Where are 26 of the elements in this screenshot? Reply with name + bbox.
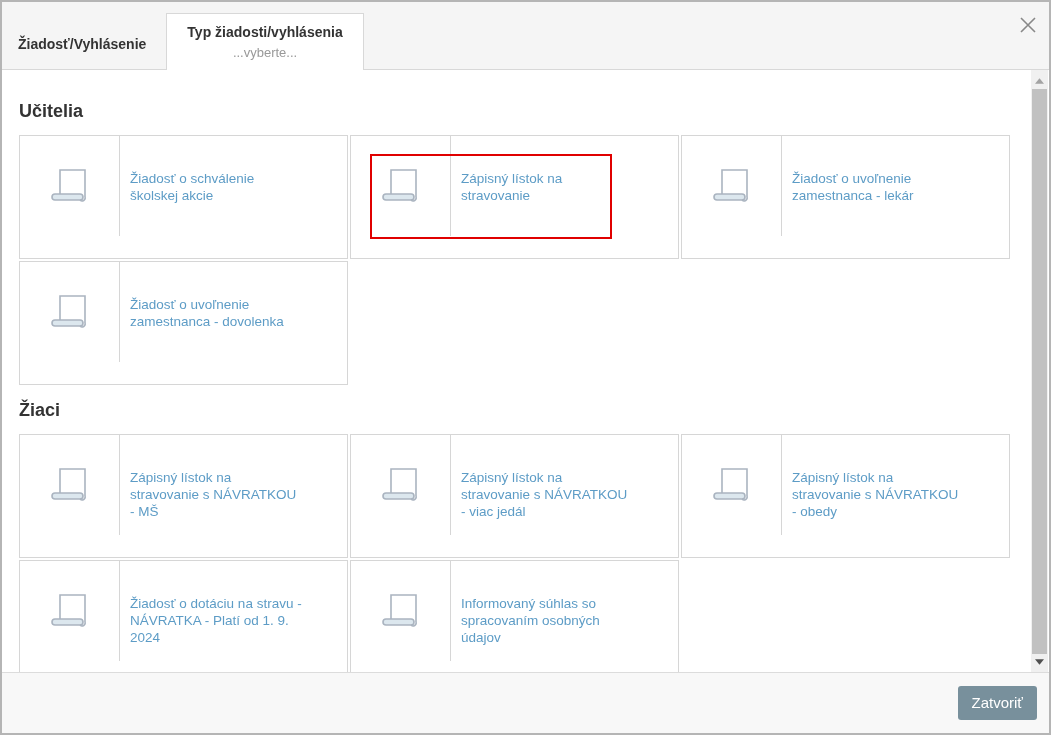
form-title[interactable]: Zápisný lístok na stravovanie s NÁVRATKOU - MŠ (130, 435, 303, 520)
form-title[interactable]: Zápisný lístok na stravovanie s NÁVRATKOU - obedy (792, 435, 965, 520)
section-heading: Žiaci (19, 398, 62, 422)
form-card[interactable]: Informovaný súhlas so spracovaním osobných údajov (350, 560, 679, 672)
tab[interactable]: Typ žiadosti/vyhlásenia ...vyberte... (166, 13, 364, 70)
form-card[interactable]: Žiadosť o schválenie školskej akcie (19, 135, 348, 259)
close-button[interactable]: Zatvoriť (957, 686, 1037, 720)
form-card[interactable]: Žiadosť o uvoľnenie zamestnanca - dovolenka (19, 261, 348, 385)
form-card[interactable]: Žiadosť o dotáciu na stravu - NÁVRATKA - Platí od 1. 9. 2024 (19, 560, 348, 672)
tab-label[interactable]: Typ žiadosti/vyhlásenia (187, 21, 343, 43)
tab-subtitle: ...vyberte... (232, 43, 298, 62)
form-title[interactable]: Žiadosť o uvoľnenie zamestnanca - dovolenka (130, 262, 303, 330)
form-title[interactable]: Žiadosť o dotáciu na stravu - NÁVRATKA - Platí od 1. 9. 2024 (130, 561, 303, 646)
tab[interactable]: Žiadosť/Vyhlásenie (6, 12, 159, 69)
form-card[interactable]: Zápisný lístok na stravovanie s NÁVRATKOU - obedy (681, 434, 1010, 558)
form-title[interactable]: Zápisný lístok na stravovanie (461, 136, 634, 204)
form-card[interactable]: Zápisný lístok na stravovanie s NÁVRATKOU - MŠ (19, 434, 348, 558)
form-title[interactable]: Žiadosť o uvoľnenie zamestnanca - lekár (792, 136, 965, 204)
form-card[interactable]: Zápisný lístok na stravovanie (350, 135, 679, 259)
form-title[interactable]: Informovaný súhlas so spracovaním osobných údajov (461, 561, 634, 646)
tab-label[interactable]: Žiadosť/Vyhlásenie (18, 34, 147, 55)
form-card[interactable]: Žiadosť o uvoľnenie zamestnanca - lekár (681, 135, 1010, 259)
form-title[interactable]: Zápisný lístok na stravovanie s NÁVRATKOU - viac jedál (461, 435, 634, 520)
form-card[interactable]: Zápisný lístok na stravovanie s NÁVRATKOU - viac jedál (350, 434, 679, 558)
form-title[interactable]: Žiadosť o schválenie školskej akcie (130, 136, 303, 204)
section-heading: Učitelia (19, 100, 85, 123)
